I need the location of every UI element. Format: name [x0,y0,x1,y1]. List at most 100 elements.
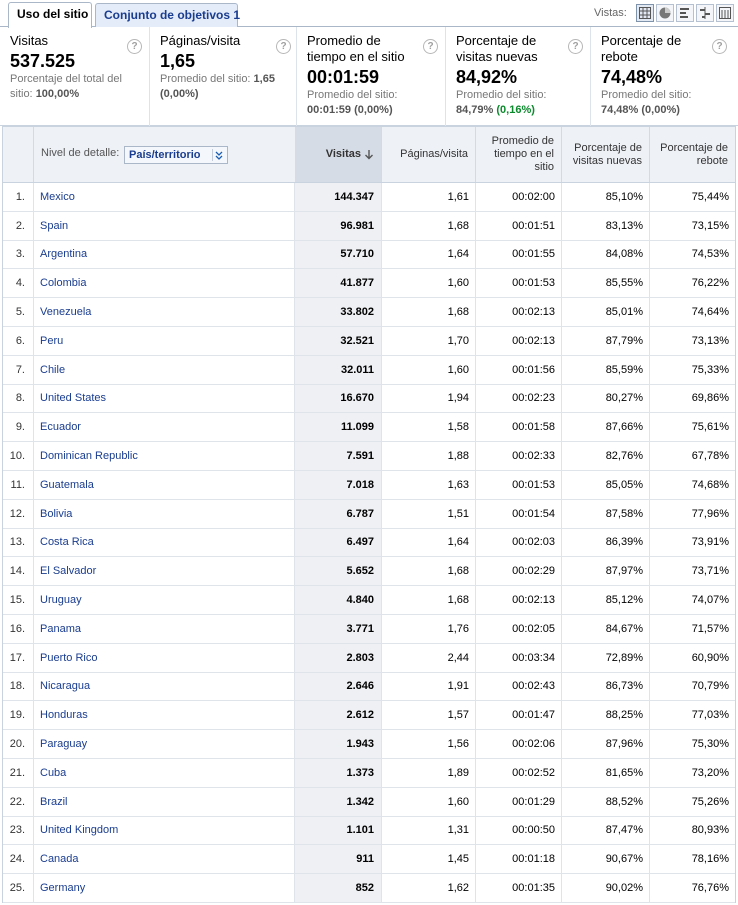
country-link[interactable]: Guatemala [34,470,295,499]
country-link[interactable]: Mexico [34,183,295,211]
summary-bounce: Porcentaje de rebote 74,48% Promedio del… [591,27,738,126]
summary-new-visits-title: Porcentaje de visitas nuevas [456,33,538,64]
country-link[interactable]: Peru [34,326,295,355]
country-link[interactable]: Venezuela [34,298,295,326]
pages-per-visit-cell: 1,60 [382,269,476,298]
row-index: 4. [3,269,34,298]
summary-visits-value: 537.525 [10,51,76,71]
bounce-rate-cell: 69,86% [691,392,729,405]
country-link[interactable]: Brazil [34,787,295,816]
visits-cell: 2.803 [295,643,382,672]
country-link[interactable]: Nicaragua [34,672,295,701]
avg-time-cell: 00:01:55 [476,240,562,269]
pivot-view-icon[interactable] [716,4,734,22]
new-visits-cell: 87,66% [562,413,650,442]
visits-cell: 1.373 [295,758,382,787]
pages-per-visit-cell: 1,68 [382,557,476,586]
table-view-icon[interactable] [636,4,654,22]
tab-site-usage[interactable]: Uso del sitio [8,2,92,28]
country-link[interactable]: Germany [34,874,295,902]
sort-down-icon [365,150,373,160]
help-icon[interactable]: ? [276,39,291,54]
table-row: 20. Paraguay 1.943 1,56 00:02:06 87,96% 75,30% [3,730,735,759]
country-link[interactable]: Cuba [34,758,295,787]
tab-goal-set-1[interactable]: Conjunto de objetivos 1 [95,3,240,27]
visits-cell: 33.802 [295,298,382,326]
bounce-rate-cell: 75,30% [691,738,729,751]
new-visits-cell: 83,13% [562,211,650,240]
country-link[interactable]: Argentina [34,240,295,269]
pages-per-visit-cell: 1,64 [382,528,476,557]
country-link[interactable]: El Salvador [34,557,295,586]
table-row: 11. Guatemala 7.018 1,63 00:01:53 85,05% 74,68… [3,470,735,500]
country-link[interactable]: Canada [34,845,295,874]
summary-time-sub: Promedio del sitio: 00:01:59 (0,00%) [307,89,398,116]
help-icon[interactable]: ? [568,39,583,54]
visits-cell: 7.018 [295,470,382,499]
new-visits-cell: 85,59% [562,355,650,384]
table-row: 19. Honduras 2.612 1,57 00:01:47 88,25% 77,03% [3,701,735,731]
pages-per-visit-cell: 1,70 [382,326,476,355]
pie-view-icon[interactable] [656,4,674,22]
summary-pages-title: Páginas/visita [160,33,241,48]
pages-per-visit-cell: 1,62 [382,874,476,902]
table-row: 8. United States 16.670 1,94 00:02:23 80,27% 6… [3,384,735,414]
visits-cell: 852 [295,874,382,902]
detail-level-select[interactable]: País/territorio [124,146,228,164]
new-visits-cell: 81,65% [562,758,650,787]
country-link[interactable]: Colombia [34,269,295,298]
header-pages[interactable]: Páginas/visita [382,127,476,182]
table-row: 2. Spain 96.981 1,68 00:01:51 83,13% 73,15% [3,211,735,241]
country-link[interactable]: Uruguay [34,586,295,614]
avg-time-cell: 00:01:47 [476,701,562,730]
bar-view-icon[interactable] [676,4,694,22]
bounce-rate-cell: 74,07% [691,594,729,607]
comparison-view-icon[interactable] [696,4,714,22]
row-index: 24. [3,845,34,874]
pages-per-visit-cell: 1,68 [382,298,476,326]
help-icon[interactable]: ? [712,39,727,54]
avg-time-cell: 00:02:13 [476,298,562,326]
new-visits-cell: 88,52% [562,787,650,816]
visits-cell: 911 [295,845,382,874]
country-link[interactable]: Spain [34,211,295,240]
country-link[interactable]: Bolivia [34,499,295,528]
country-link[interactable]: Ecuador [34,413,295,442]
pages-per-visit-cell: 1,63 [382,470,476,499]
country-link[interactable]: United States [34,384,295,413]
visits-cell: 3.771 [295,614,382,643]
help-icon[interactable]: ? [127,39,142,54]
new-visits-cell: 82,76% [562,442,650,470]
new-visits-cell: 80,27% [562,384,650,413]
country-link[interactable]: United Kingdom [34,816,295,845]
help-icon[interactable]: ? [423,39,438,54]
country-link[interactable]: Honduras [34,701,295,730]
country-link[interactable]: Chile [34,355,295,384]
country-link[interactable]: Dominican Republic [34,442,295,470]
pages-per-visit-cell: 1,76 [382,614,476,643]
row-index: 8. [3,384,34,413]
tab-bar: Uso del sitio Conjunto de objetivos 1 Vi… [0,0,738,28]
bounce-rate-cell: 75,61% [691,421,729,434]
new-visits-cell: 87,79% [562,326,650,355]
row-index: 9. [3,413,34,442]
table-body: 1. Mexico 144.347 1,61 00:02:00 85,10% 75,44% 2… [2,183,736,903]
header-new-visits[interactable]: Porcentaje de visitas nuevas [562,127,650,182]
header-bounce[interactable]: Porcentaje de rebote [650,127,735,182]
header-visits[interactable]: Visitas [295,127,382,182]
table-row: 9. Ecuador 11.099 1,58 00:01:58 87,66% 75,61% [3,413,735,443]
summary-bounce-sub: Promedio del sitio: 74,48% (0,00%) [601,89,692,116]
pages-per-visit-cell: 1,68 [382,211,476,240]
table-row: 14. El Salvador 5.652 1,68 00:02:29 87,97% 73,… [3,557,735,587]
header-time[interactable]: Promedio de tiempo en el sitio [476,127,562,182]
bounce-rate-cell: 60,90% [691,651,729,664]
country-link[interactable]: Paraguay [34,730,295,758]
country-link[interactable]: Puerto Rico [34,643,295,672]
country-link[interactable]: Panama [34,614,295,643]
avg-time-cell: 00:02:52 [476,758,562,787]
avg-time-cell: 00:02:06 [476,730,562,758]
visits-cell: 4.840 [295,586,382,614]
new-visits-cell: 85,01% [562,298,650,326]
summary-pages: Páginas/visita 1,65 Promedio del sitio: … [150,27,297,126]
country-link[interactable]: Costa Rica [34,528,295,557]
